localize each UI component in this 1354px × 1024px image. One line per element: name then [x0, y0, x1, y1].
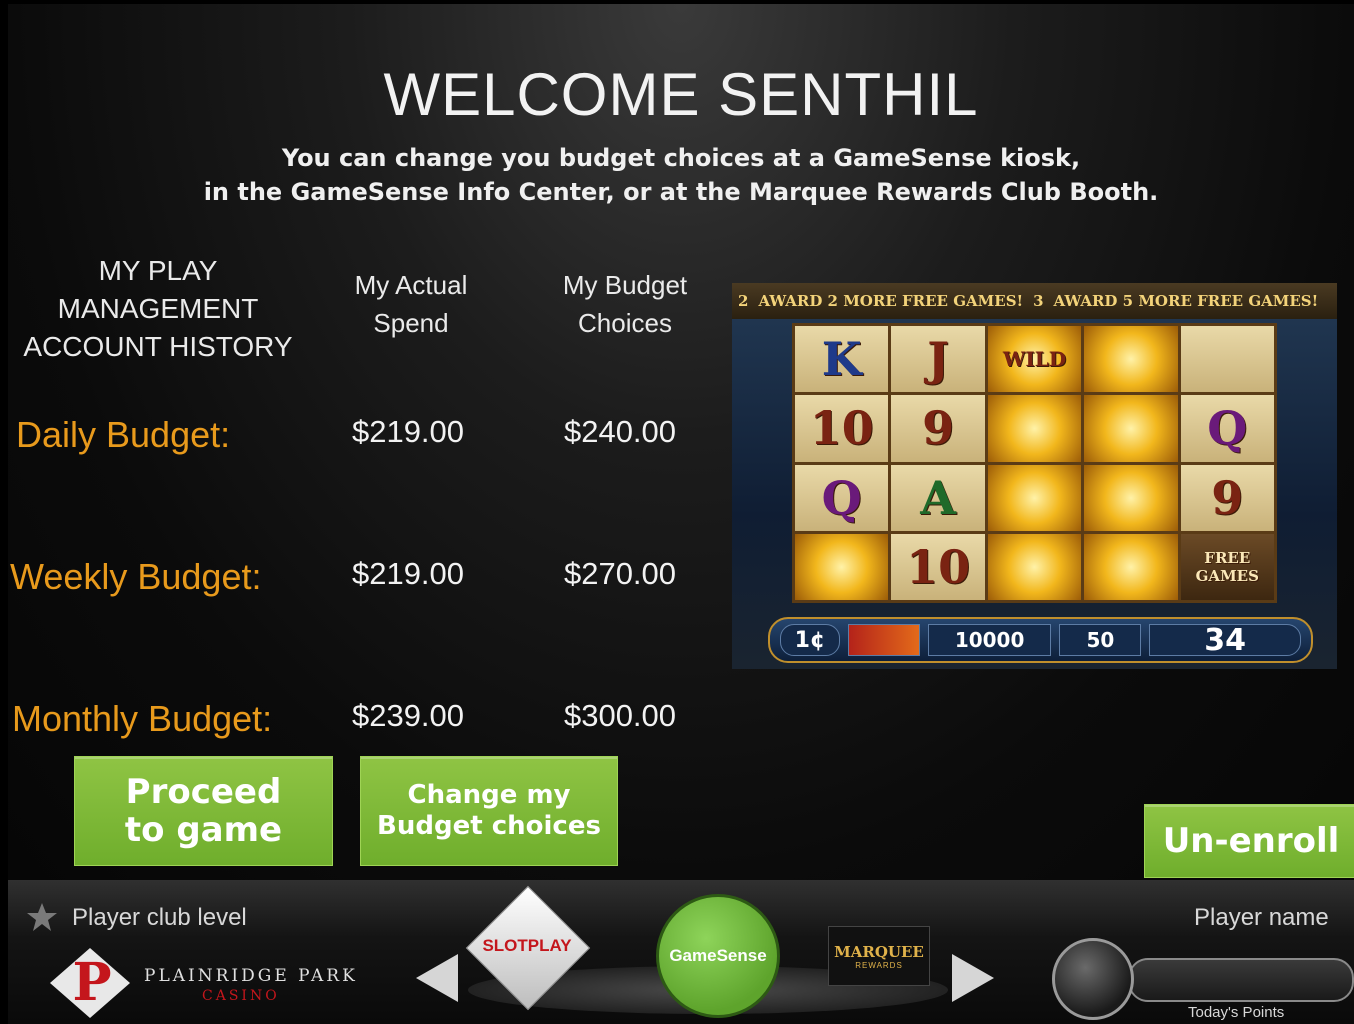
weekly-budget-label: Weekly Budget: [10, 556, 262, 597]
bet-display: 50 [1059, 624, 1142, 656]
reel-symbol: 10 [795, 395, 889, 462]
reel-symbol [1084, 395, 1178, 462]
player-knob-icon [1052, 938, 1134, 1020]
slot-game-preview: 2 AWARD 2 MORE FREE GAMES! 3 AWARD 5 MOR… [732, 283, 1337, 669]
reel-symbol: Q [1180, 395, 1274, 462]
player-name-label: Player name [1194, 904, 1329, 931]
monthly-actual-value: $239.00 [351, 698, 465, 733]
reel-symbol: 9 [1180, 464, 1274, 531]
gamesense-button[interactable]: GameSense [656, 894, 780, 1018]
reel-symbol [1084, 533, 1178, 600]
bottom-nav-bar: Player club level P PLAINRIDGE PARK CASI… [8, 880, 1354, 1024]
casino-subname: CASINO [202, 988, 280, 1004]
points-progress-bar [1128, 958, 1354, 1002]
change-budget-button[interactable]: Change my Budget choices [360, 756, 618, 866]
todays-points-label: Today's Points [1188, 1004, 1285, 1021]
marquee-rewards-tile[interactable]: MARQUEE REWARDS [828, 926, 930, 986]
reel-symbol: 9 [891, 395, 985, 462]
slot-reels: K J WILD 10 9 Q Q A 9 10 FREE GAMES [792, 323, 1277, 603]
slot-status-bar: 1¢ 10000 50 34 [768, 617, 1313, 663]
reel-symbol: A [891, 464, 985, 531]
weekly-actual-value: $219.00 [351, 556, 465, 591]
left-arrow-icon[interactable] [414, 952, 460, 1004]
daily-budget-value: $240.00 [563, 414, 677, 449]
denomination-indicator [847, 624, 920, 656]
monthly-budget-value: $300.00 [563, 698, 677, 733]
kiosk-screen: WELCOME SENTHIL You can change you budge… [8, 4, 1354, 880]
weekly-budget-value: $270.00 [563, 556, 677, 591]
win-display: 34 [1149, 623, 1301, 658]
reel-symbol [1084, 464, 1178, 531]
budget-choices-header: My Budget Choices [562, 270, 688, 338]
reel-symbol [987, 464, 1082, 531]
info-text-line-1: You can change you budget choices at a G… [281, 144, 1081, 172]
player-club-level-label: Player club level [72, 904, 247, 931]
free-games-banner: 2 AWARD 2 MORE FREE GAMES! 3 AWARD 5 MOR… [732, 283, 1337, 319]
denomination-display: 1¢ [780, 624, 840, 656]
plainridge-logo-icon: P [50, 948, 130, 1018]
reel-symbol [1084, 326, 1178, 393]
reel-symbol [795, 533, 889, 600]
reel-symbol [1180, 326, 1274, 393]
right-arrow-icon[interactable] [950, 952, 996, 1004]
monthly-budget-label: Monthly Budget: [12, 698, 273, 739]
reel-symbol: 10 [891, 533, 985, 600]
account-history-heading: MY PLAY MANAGEMENT ACCOUNT HISTORY [23, 255, 293, 362]
slotplay-label: SLOTPLAY [482, 936, 572, 955]
reel-symbol: WILD [987, 326, 1082, 393]
info-text-line-2: in the GameSense Info Center, or at the … [203, 178, 1159, 206]
reel-symbol: FREE GAMES [1180, 533, 1274, 600]
credits-display: 10000 [927, 624, 1052, 656]
reel-symbol: K [795, 326, 889, 393]
unenroll-button[interactable]: Un-enroll [1144, 804, 1354, 878]
page-title: WELCOME SENTHIL [383, 61, 979, 128]
reel-symbol [987, 395, 1082, 462]
reel-symbol: J [891, 326, 985, 393]
casino-name: PLAINRIDGE PARK [144, 966, 358, 986]
daily-actual-value: $219.00 [351, 414, 465, 449]
reel-symbol [987, 533, 1082, 600]
reel-symbol: Q [795, 464, 889, 531]
actual-spend-header: My Actual Spend [354, 270, 468, 338]
svg-text:P: P [72, 952, 111, 1013]
proceed-to-game-button[interactable]: Proceed to game [74, 756, 333, 866]
star-icon [27, 903, 57, 931]
daily-budget-label: Daily Budget: [16, 414, 231, 455]
